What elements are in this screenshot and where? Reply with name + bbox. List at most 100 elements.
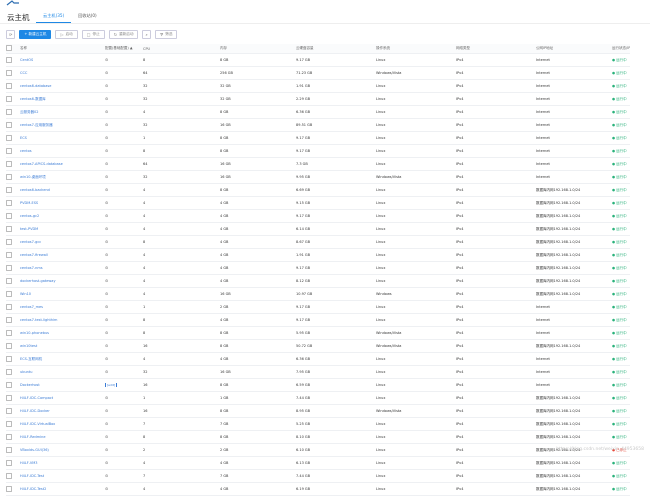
host-name-link[interactable]: 云服务器02 bbox=[20, 110, 105, 115]
row-checkbox[interactable] bbox=[6, 160, 12, 167]
host-name-link[interactable]: centos7-nms bbox=[20, 266, 105, 270]
host-name-link[interactable]: CCC bbox=[20, 71, 105, 75]
host-name-link[interactable]: centos6-database bbox=[20, 84, 105, 88]
settings-icon[interactable]: ⚙ bbox=[105, 227, 108, 231]
host-name-link[interactable]: H4LF-IDC-Test bbox=[20, 474, 105, 478]
row-checkbox[interactable] bbox=[6, 342, 12, 349]
row-checkbox[interactable] bbox=[6, 368, 12, 375]
col-net-header[interactable]: 网络类型 bbox=[456, 46, 536, 51]
row-checkbox[interactable] bbox=[6, 316, 12, 323]
table-row[interactable]: win10-phonebus ⚙ 8 8 GB 5.95 GB Windows/Vista… bbox=[6, 327, 630, 340]
settings-icon[interactable]: ⚙ bbox=[105, 396, 108, 400]
settings-icon[interactable]: ⚙ bbox=[105, 292, 108, 296]
settings-icon[interactable]: ⚙ bbox=[105, 240, 108, 244]
settings-icon[interactable]: ⚙ bbox=[105, 253, 108, 257]
host-name-link[interactable]: Win10 bbox=[20, 292, 105, 296]
table-row[interactable]: dockerhost-gateway ⚙ 4 4 GB 8.12 GB Linux IPv4… bbox=[6, 275, 630, 288]
row-checkbox[interactable] bbox=[6, 264, 12, 271]
row-checkbox[interactable] bbox=[6, 459, 12, 466]
table-row[interactable]: Dockerhost [edit] 16 8 GB 6.59 GB Linux IPv4 In… bbox=[6, 379, 630, 392]
row-checkbox[interactable] bbox=[6, 82, 12, 89]
settings-icon[interactable]: ⚙ bbox=[105, 214, 108, 218]
col-config-header[interactable]: 配置(基础配置) ▲ bbox=[105, 46, 143, 51]
edit-config-button[interactable]: [edit] bbox=[105, 383, 118, 387]
table-row[interactable]: CentOS ⚙ 8 8 GB 9.17 GB Linux IPv4 Internet ● 运行… bbox=[6, 54, 630, 67]
create-host-button[interactable]: + 新建云主机 bbox=[19, 30, 52, 39]
table-row[interactable]: H4LF-IDC-Docker ⚙ 16 8 GB 8.95 GB Windows/Vis… bbox=[6, 405, 630, 418]
settings-icon[interactable]: ⚙ bbox=[105, 409, 108, 413]
row-checkbox[interactable] bbox=[6, 485, 12, 492]
settings-icon[interactable]: ⚙ bbox=[105, 188, 108, 192]
filter-button[interactable]: ⧩ 筛选 bbox=[154, 30, 178, 39]
table-row[interactable]: win10test ⚙ 16 8 GB 50.72 GB Windows/Vista IPv… bbox=[6, 340, 630, 353]
host-name-link[interactable]: CentOS bbox=[20, 58, 105, 62]
settings-icon[interactable]: ⚙ bbox=[105, 461, 108, 465]
table-row[interactable]: centos7-应用服务器 ⚙ 32 16 GB 89.51 GB Linux IPv4 In… bbox=[6, 119, 630, 132]
table-row[interactable]: CCC ⚙ 64 256 GB 71.23 GB Windows/Vista IPv4 Int… bbox=[6, 67, 630, 80]
host-name-link[interactable]: centos bbox=[20, 149, 105, 153]
tab-recycle-bin[interactable]: 回收站(0) bbox=[71, 13, 104, 23]
col-disk-header[interactable]: 云硬盘容量 bbox=[296, 46, 376, 51]
host-name-link[interactable]: H4LF-VM3 bbox=[20, 461, 105, 465]
col-pub-header[interactable]: 公网IP地址 bbox=[536, 46, 612, 51]
host-name-link[interactable]: centos6-数据库 bbox=[20, 97, 105, 102]
row-checkbox[interactable] bbox=[6, 69, 12, 76]
settings-icon[interactable]: ⚙ bbox=[105, 175, 108, 179]
settings-icon[interactable]: ⚙ bbox=[105, 474, 108, 478]
row-checkbox[interactable] bbox=[6, 329, 12, 336]
row-checkbox[interactable] bbox=[6, 56, 12, 63]
table-row[interactable]: ECS-互联网机 ⚙ 4 4 GB 6.36 GB Linux IPv4 Internet ● … bbox=[6, 353, 630, 366]
table-row[interactable]: PVDM-ESS ⚙ 4 4 GB 9.15 GB Linux IPv4 数据库内网192.1… bbox=[6, 197, 630, 210]
table-row[interactable]: H4LF-Redmine ⚙ 8 8 GB 8.10 GB Linux IPv4 数据库内网1… bbox=[6, 431, 630, 444]
row-checkbox[interactable] bbox=[6, 225, 12, 232]
table-row[interactable]: ubuntu ⚙ 32 16 GB 7.95 GB Linux IPv4 Internet ● … bbox=[6, 366, 630, 379]
host-name-link[interactable]: Dockerhost bbox=[20, 383, 105, 387]
host-name-link[interactable]: centos7_mes bbox=[20, 305, 105, 309]
row-checkbox[interactable] bbox=[6, 134, 12, 141]
table-row[interactable]: win10-桌面环境 ⚙ 32 16 GB 9.95 GB Windows/Vista IP… bbox=[6, 171, 630, 184]
settings-icon[interactable]: ⚙ bbox=[105, 448, 108, 452]
settings-icon[interactable]: ⚙ bbox=[105, 318, 108, 322]
settings-icon[interactable]: ⚙ bbox=[105, 370, 108, 374]
settings-icon[interactable]: ⚙ bbox=[105, 136, 108, 140]
host-name-link[interactable]: centos-gc2 bbox=[20, 214, 105, 218]
col-cpu-header[interactable]: CPU bbox=[143, 47, 220, 51]
row-checkbox[interactable] bbox=[6, 472, 12, 479]
host-name-link[interactable]: H4LF-IDC-Test2 bbox=[20, 487, 105, 491]
row-checkbox[interactable] bbox=[6, 355, 12, 362]
host-name-link[interactable]: VBoxlds-GUI(36) bbox=[20, 448, 105, 452]
row-checkbox[interactable] bbox=[6, 147, 12, 154]
settings-icon[interactable]: ⚙ bbox=[105, 58, 108, 62]
row-checkbox[interactable] bbox=[6, 251, 12, 258]
settings-icon[interactable]: ⚙ bbox=[105, 487, 108, 491]
row-checkbox[interactable] bbox=[6, 381, 12, 388]
table-row[interactable]: centos6-database ⚙ 32 32 GB 1.91 GB Linux IPv4… bbox=[6, 80, 630, 93]
settings-icon[interactable]: ⚙ bbox=[105, 84, 108, 88]
start-button[interactable]: ▷ 启动 bbox=[55, 30, 78, 39]
host-name-link[interactable]: PVDM-ESS bbox=[20, 201, 105, 205]
col-mem-header[interactable]: 内存 bbox=[220, 46, 296, 51]
row-checkbox[interactable] bbox=[6, 303, 12, 310]
row-checkbox[interactable] bbox=[6, 420, 12, 427]
settings-icon[interactable]: ⚙ bbox=[105, 344, 108, 348]
col-status-header[interactable]: 运行状态/IP bbox=[612, 46, 630, 51]
table-row[interactable]: centos7-firewall ⚙ 4 4 GB 1.91 GB Linux IPv4 数据… bbox=[6, 249, 630, 262]
host-name-link[interactable]: centos7-gcc bbox=[20, 240, 105, 244]
restart-button[interactable]: ↻ 重新启动 bbox=[108, 30, 139, 39]
row-checkbox[interactable] bbox=[6, 121, 12, 128]
table-row[interactable]: centos7-nms ⚙ 4 4 GB 9.17 GB Linux IPv4 数据库内网19… bbox=[6, 262, 630, 275]
table-row[interactable]: ECS ⚙ 1 8 GB 9.17 GB Linux IPv4 Internet ● 运行中 bbox=[6, 132, 630, 145]
table-row[interactable]: centos7-test-lighthim ⚙ 8 4 GB 9.17 GB Linux I… bbox=[6, 314, 630, 327]
table-row[interactable]: centos-gc2 ⚙ 4 4 GB 9.17 GB Linux IPv4 数据库内网192… bbox=[6, 210, 630, 223]
settings-icon[interactable]: ⚙ bbox=[105, 357, 108, 361]
host-name-link[interactable]: centos7-test-lighthim bbox=[20, 318, 105, 322]
table-row[interactable]: centos6-backend ⚙ 4 8 GB 6.69 GB Linux IPv4 数据库… bbox=[6, 184, 630, 197]
tab-cloud-hosts[interactable]: 云主机(35) bbox=[36, 13, 72, 23]
col-name-header[interactable]: 名称 bbox=[20, 46, 105, 51]
row-checkbox[interactable] bbox=[6, 277, 12, 284]
table-row[interactable]: VBoxlds-GUI(36) ⚙ 2 2 GB 6.10 GB Linux IPv4 数据库… bbox=[6, 444, 630, 457]
settings-icon[interactable]: ⚙ bbox=[105, 422, 108, 426]
row-checkbox[interactable] bbox=[6, 108, 12, 115]
select-all-checkbox[interactable] bbox=[6, 45, 12, 51]
row-checkbox[interactable] bbox=[6, 95, 12, 102]
